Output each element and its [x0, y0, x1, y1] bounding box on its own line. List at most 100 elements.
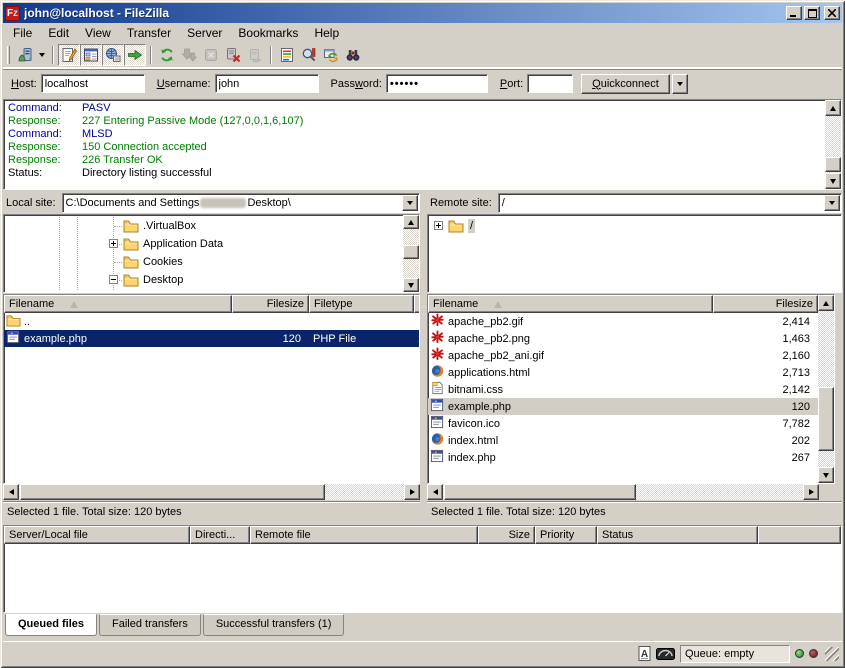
toggle-queue-button[interactable] — [124, 44, 146, 66]
remote-tree-item[interactable]: / — [430, 217, 839, 235]
local-header-filetype[interactable]: Filetype — [309, 295, 414, 313]
menu-edit[interactable]: Edit — [40, 24, 77, 42]
disconnect-icon — [225, 47, 241, 63]
file-row[interactable]: .. — [4, 313, 419, 330]
toggle-log-icon — [61, 47, 77, 63]
remote-status-text: Selected 1 file. Total size: 120 bytes — [427, 501, 842, 521]
local-scroll-left-button[interactable] — [3, 484, 19, 500]
local-header-modified[interactable]: L — [414, 295, 420, 313]
tab-successful-transfers-1[interactable]: Successful transfers (1) — [203, 614, 345, 636]
menu-bookmarks[interactable]: Bookmarks — [230, 24, 306, 42]
local-site-combo-dropdown[interactable] — [402, 195, 418, 211]
menu-server[interactable]: Server — [179, 24, 230, 42]
maximize-button[interactable] — [804, 6, 820, 20]
tab-failed-transfers[interactable]: Failed transfers — [99, 614, 201, 636]
file-name: example.php — [24, 333, 87, 345]
find-files-button[interactable] — [342, 44, 364, 66]
menu-file[interactable]: File — [5, 24, 40, 42]
site-manager-button[interactable] — [14, 44, 36, 66]
port-input[interactable] — [527, 74, 573, 93]
username-input[interactable] — [215, 74, 319, 93]
filter-button[interactable] — [276, 44, 298, 66]
remote-header-filesize[interactable]: Filesize — [713, 295, 818, 313]
log-vscroll-thumb[interactable] — [825, 157, 841, 172]
remote-scroll-down-button[interactable] — [818, 467, 834, 483]
toggle-remote-tree-button[interactable] — [102, 44, 124, 66]
title-bar[interactable]: Fz john@localhost - FileZilla — [3, 3, 842, 23]
local-tree-item[interactable]: Application Data — [6, 235, 417, 253]
speed-limit-indicator[interactable] — [656, 648, 675, 660]
local-tree-item[interactable]: Desktop — [6, 271, 417, 289]
resize-grip[interactable] — [825, 647, 839, 661]
local-header-filename[interactable]: Filename — [4, 295, 232, 313]
file-row[interactable]: bitnami.css2,142 — [428, 381, 818, 398]
file-row[interactable]: apache_pb2.png1,463 — [428, 330, 818, 347]
remote-site-combo[interactable]: / — [498, 193, 842, 213]
collapse-icon[interactable] — [109, 275, 118, 284]
expand-icon[interactable] — [434, 221, 443, 230]
host-input[interactable] — [41, 74, 145, 93]
close-button[interactable] — [824, 6, 840, 20]
disconnect-button[interactable] — [222, 44, 244, 66]
log-vscrollbar[interactable] — [825, 100, 841, 189]
menu-help[interactable]: Help — [306, 24, 347, 42]
refresh-button[interactable] — [156, 44, 178, 66]
tab-queued-files[interactable]: Queued files — [5, 614, 97, 636]
local-tree-vscrollbar[interactable] — [403, 215, 419, 292]
local-tree-item[interactable]: Cookies — [6, 253, 417, 271]
file-row[interactable]: apache_pb2_ani.gif2,160 — [428, 347, 818, 364]
remote-scroll-left-button[interactable] — [427, 484, 443, 500]
remote-scroll-up-button[interactable] — [818, 295, 834, 311]
queue-header-directi[interactable]: Directi... — [190, 526, 250, 544]
file-row[interactable]: index.html202 — [428, 432, 818, 449]
quickconnect-dropdown[interactable] — [672, 74, 688, 94]
file-row[interactable]: example.php120PHP File1 — [4, 330, 419, 347]
queue-header-server-local-file[interactable]: Server/Local file — [4, 526, 190, 544]
local-scroll-right-button[interactable] — [404, 484, 420, 500]
message-log-lines: Command:PASVResponse:227 Entering Passiv… — [4, 100, 841, 180]
queue-status-text: Queue: empty — [685, 648, 754, 660]
minimize-button[interactable] — [786, 6, 802, 20]
toggle-local-tree-button[interactable] — [80, 44, 102, 66]
quickconnect-button[interactable]: Quickconnect — [581, 74, 670, 94]
local-hscrollbar[interactable] — [3, 484, 420, 500]
expand-icon[interactable] — [109, 239, 118, 248]
remote-header-filename[interactable]: Filename — [428, 295, 713, 313]
toggle-log-button[interactable] — [58, 44, 80, 66]
compare-button[interactable] — [298, 44, 320, 66]
log-scroll-up-button[interactable] — [825, 100, 841, 116]
local-header-filesize[interactable]: Filesize — [232, 295, 309, 313]
local-hscroll-thumb[interactable] — [20, 484, 325, 500]
log-scroll-down-button[interactable] — [825, 173, 841, 189]
file-row[interactable]: apache_pb2.gif2,414 — [428, 313, 818, 330]
queue-header-priority[interactable]: Priority — [535, 526, 597, 544]
password-input[interactable] — [386, 74, 488, 93]
file-row[interactable]: applications.html2,713 — [428, 364, 818, 381]
remote-scroll-right-button[interactable] — [803, 484, 819, 500]
menu-transfer[interactable]: Transfer — [119, 24, 179, 42]
local-tree-vscroll-thumb[interactable] — [403, 245, 419, 259]
local-tree-item[interactable]: .VirtualBox — [6, 217, 417, 235]
file-row[interactable]: index.php267 — [428, 449, 818, 466]
queue-header-filler — [758, 526, 841, 544]
queue-header-remote-file[interactable]: Remote file — [250, 526, 478, 544]
speed-limit-icon — [656, 648, 675, 660]
remote-vscroll-thumb[interactable] — [818, 387, 834, 451]
menu-view[interactable]: View — [77, 24, 119, 42]
file-row[interactable]: example.php120 — [428, 398, 818, 415]
sync-browsing-button[interactable] — [320, 44, 342, 66]
queue-header-status[interactable]: Status — [597, 526, 758, 544]
folder-icon — [123, 254, 139, 269]
remote-list-vscrollbar[interactable] — [818, 295, 834, 483]
transfer-type-indicator[interactable]: A — [638, 646, 651, 661]
remote-site-combo-dropdown[interactable] — [824, 195, 840, 211]
queue-header-size[interactable]: Size — [478, 526, 535, 544]
remote-hscroll-thumb[interactable] — [444, 484, 636, 500]
site-manager-dropdown[interactable] — [36, 44, 48, 66]
toolbar-grip[interactable] — [7, 46, 10, 64]
local-tree-scroll-down-button[interactable] — [403, 278, 419, 292]
local-tree-scroll-up-button[interactable] — [403, 215, 419, 229]
file-row[interactable]: favicon.ico7,782 — [428, 415, 818, 432]
local-site-combo[interactable]: C:\Documents and SettingsDesktop\ — [62, 193, 420, 213]
remote-hscrollbar[interactable] — [427, 484, 819, 500]
